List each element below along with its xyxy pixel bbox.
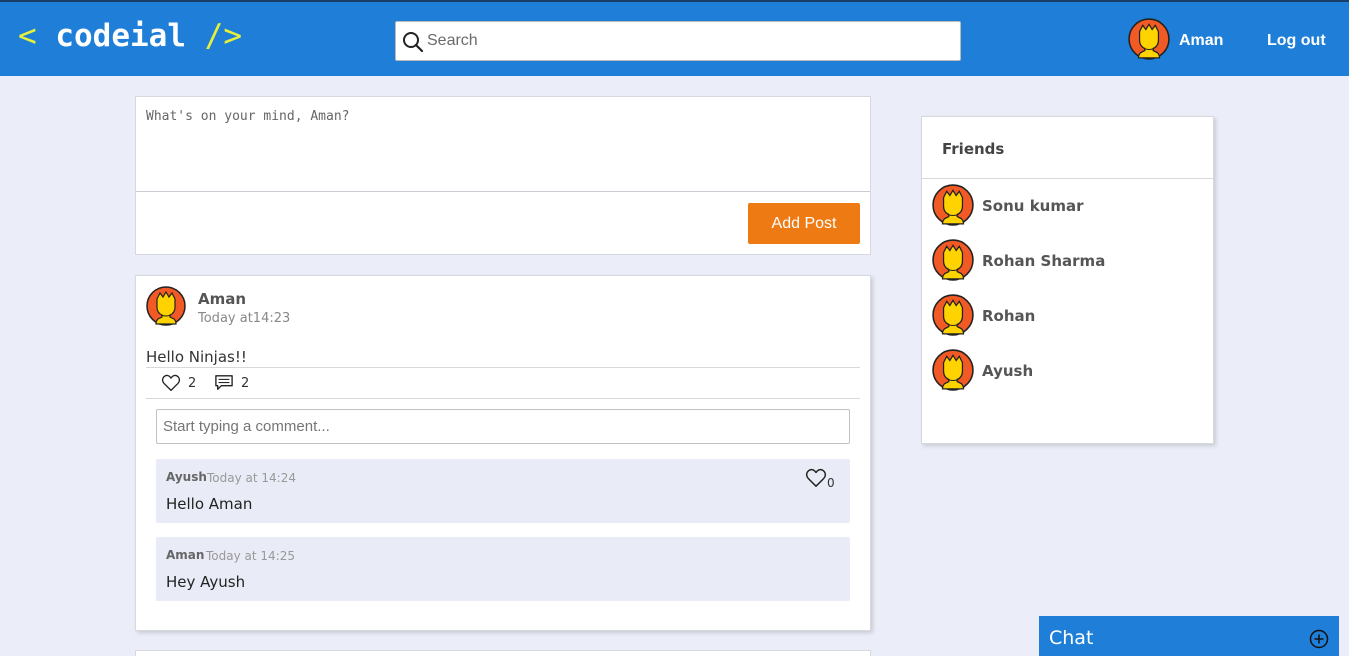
new-post-textarea[interactable] xyxy=(136,97,870,192)
nav-user-avatar[interactable] xyxy=(1128,18,1170,60)
nav-user-name[interactable]: Aman xyxy=(1179,32,1223,50)
comment-timestamp: Today at 14:24 xyxy=(207,471,296,485)
friend-item[interactable]: Sonu kumar xyxy=(932,184,1202,228)
plus-circle-icon[interactable] xyxy=(1309,629,1329,649)
app-logo[interactable]: < codeial /> xyxy=(18,18,242,54)
friend-name: Rohan Sharma xyxy=(982,252,1106,270)
comment-item: Ayush Today at 14:24 Hello Aman 0 xyxy=(156,459,850,523)
comment-timestamp: Today at 14:25 xyxy=(206,549,295,563)
friend-name: Rohan xyxy=(982,307,1036,325)
avatar-icon xyxy=(1128,18,1170,60)
comment-author: Ayush xyxy=(166,470,207,484)
friend-item[interactable]: Rohan Sharma xyxy=(932,239,1202,283)
search-icon xyxy=(403,32,424,53)
friend-name: Sonu kumar xyxy=(982,197,1084,215)
new-post-form: Add Post xyxy=(135,96,871,255)
friend-item[interactable]: Ayush xyxy=(932,349,1202,393)
friends-title: Friends xyxy=(942,140,1005,158)
logout-link[interactable]: Log out xyxy=(1267,32,1326,50)
comment-text: Hello Aman xyxy=(166,495,253,513)
chat-title: Chat xyxy=(1049,627,1094,649)
friend-avatar-icon xyxy=(932,349,974,391)
friends-panel: Friends Sonu kumar Rohan Sharma Rohan Ay… xyxy=(921,116,1214,444)
logo-text: codeial xyxy=(55,18,186,54)
comment-icon xyxy=(215,375,233,390)
comment-like-button[interactable]: 0 xyxy=(805,468,835,490)
logo-open-bracket: < xyxy=(18,18,37,54)
post-actions-bar: 2 2 xyxy=(146,367,860,399)
post-card: Aman Today at14:23 Hello Ninjas!! 2 2 Ay… xyxy=(135,275,871,631)
comment-item: Aman Today at 14:25 Hey Ayush xyxy=(156,537,850,601)
logo-close-bracket: /> xyxy=(204,18,242,54)
friend-avatar-icon xyxy=(932,184,974,226)
post-author: Aman xyxy=(198,290,247,308)
search-box[interactable] xyxy=(395,21,961,61)
post-comments-button[interactable]: 2 xyxy=(214,374,249,392)
post-like-count: 2 xyxy=(188,375,197,391)
post-timestamp: Today at14:23 xyxy=(198,311,291,326)
post-comment-count: 2 xyxy=(241,375,250,391)
heart-icon xyxy=(161,374,181,392)
post-like-button[interactable]: 2 xyxy=(161,374,196,392)
friend-avatar-icon xyxy=(932,294,974,336)
heart-icon xyxy=(805,468,827,487)
comment-author: Aman xyxy=(166,548,205,562)
comment-like-count: 0 xyxy=(827,476,835,490)
next-post-card xyxy=(135,650,871,656)
post-content: Hello Ninjas!! xyxy=(146,348,247,366)
friend-name: Ayush xyxy=(982,362,1034,380)
add-post-button[interactable]: Add Post xyxy=(748,203,860,244)
comment-text: Hey Ayush xyxy=(166,573,246,591)
chat-box-header[interactable]: Chat xyxy=(1039,616,1339,656)
post-author-avatar-icon xyxy=(146,286,186,326)
search-input[interactable] xyxy=(427,28,947,54)
friend-avatar-icon xyxy=(932,239,974,281)
comment-input[interactable] xyxy=(156,409,850,444)
friend-item[interactable]: Rohan xyxy=(932,294,1202,338)
divider xyxy=(922,178,1213,179)
top-navbar: < codeial /> Aman Log out xyxy=(0,0,1349,76)
